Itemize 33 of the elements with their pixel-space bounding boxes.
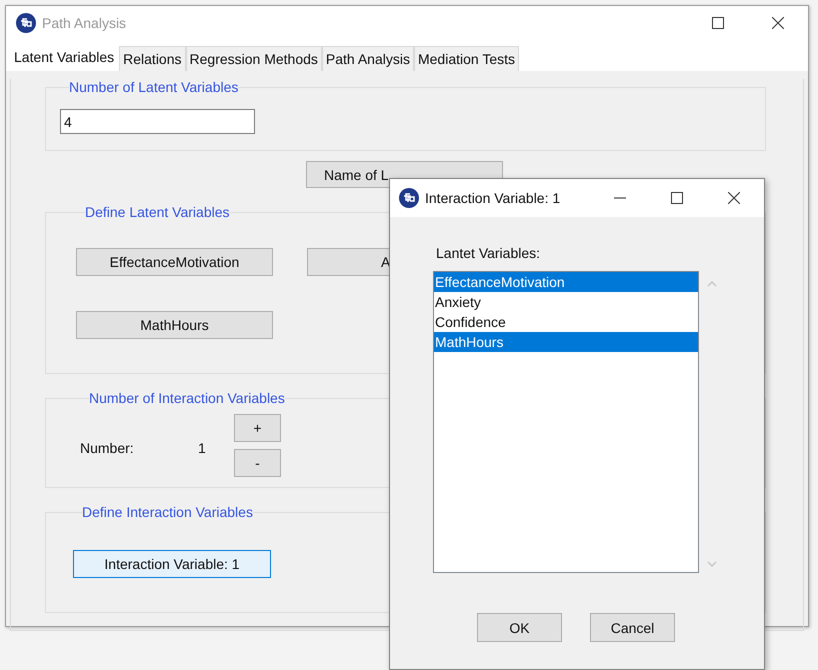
window-title: Path Analysis <box>42 15 128 31</box>
tab[interactable]: Regression Methods <box>186 46 322 71</box>
latent-variable-button[interactable]: MathHours <box>76 311 273 339</box>
tab[interactable]: Relations <box>119 46 186 71</box>
variable-list[interactable]: EffectanceMotivation Anxiety Confidence MathHours <box>433 271 699 573</box>
number-value: 1 <box>198 440 207 456</box>
maximize-icon[interactable] <box>712 17 724 29</box>
app-logo-icon <box>16 13 36 33</box>
increment-button[interactable]: + <box>234 414 281 442</box>
latent-count-field[interactable]: 4 <box>60 109 255 134</box>
tab[interactable]: Mediation Tests <box>414 46 519 71</box>
latent-variable-button[interactable]: EffectanceMotivation <box>76 248 273 276</box>
minimize-icon[interactable] <box>614 197 626 199</box>
app-logo-icon <box>399 188 419 208</box>
maximize-icon[interactable] <box>671 192 683 204</box>
group-title: Number of Latent Variables <box>69 79 238 95</box>
interaction-variable-button[interactable]: Interaction Variable: 1 <box>73 550 271 578</box>
tab[interactable]: Path Analysis <box>322 46 414 71</box>
decrement-button[interactable]: - <box>234 449 281 477</box>
list-item[interactable]: MathHours <box>434 332 698 352</box>
number-label: Number: <box>80 440 135 456</box>
list-item[interactable]: Confidence <box>434 312 698 332</box>
cancel-button[interactable]: Cancel <box>590 613 675 642</box>
close-icon[interactable] <box>772 17 784 29</box>
dialog-title: Interaction Variable: 1 <box>425 190 562 206</box>
ok-button[interactable]: OK <box>477 613 562 642</box>
group-title: Number of Interaction Variables <box>89 390 285 406</box>
group-title: Define Interaction Variables <box>82 504 253 520</box>
list-item[interactable]: Anxiety <box>434 292 698 312</box>
close-icon[interactable] <box>728 192 740 204</box>
list-label: Lantet Variables: <box>436 245 542 261</box>
list-item[interactable]: EffectanceMotivation <box>434 272 698 292</box>
group-title: Define Latent Variables <box>85 204 230 220</box>
